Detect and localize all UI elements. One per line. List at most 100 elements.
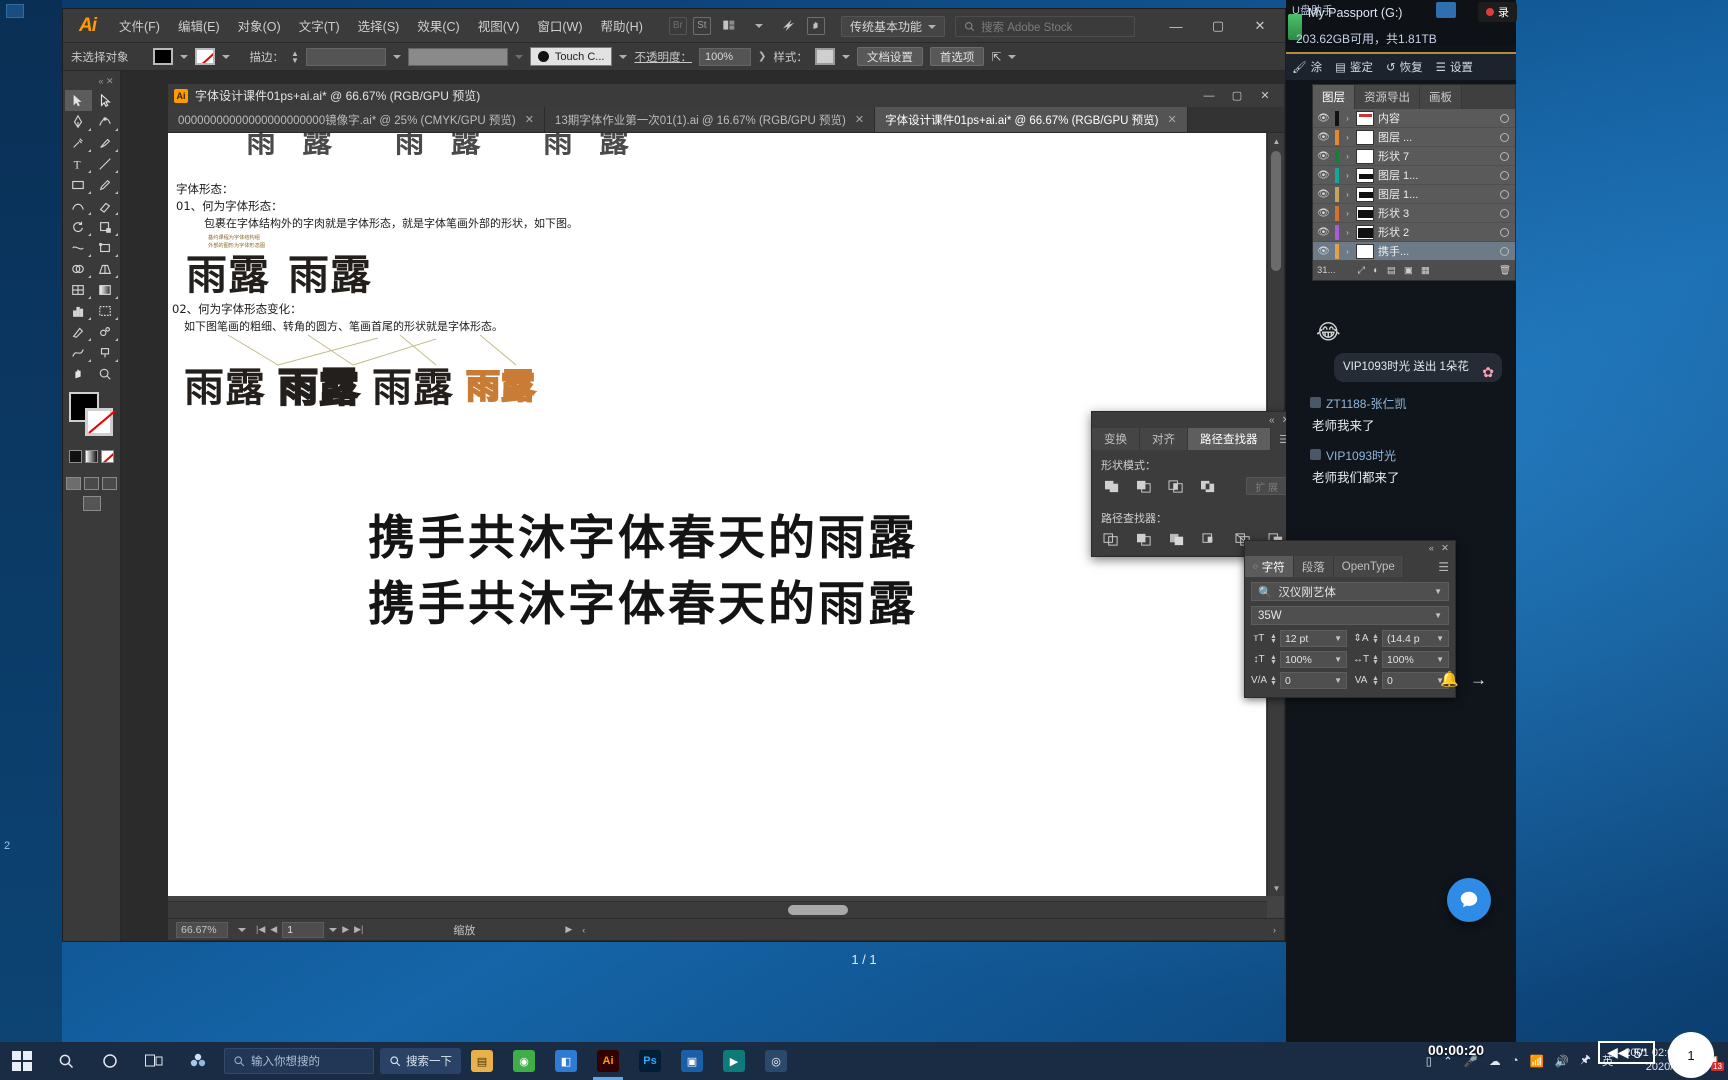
divide-button[interactable] <box>1101 530 1122 548</box>
make-mask-icon[interactable]: ◐ <box>1373 265 1379 276</box>
stepper-icon[interactable]: ▲ ▼ <box>1372 633 1379 645</box>
align-icon[interactable]: ⇱ <box>991 50 1001 64</box>
color-button[interactable] <box>69 450 82 463</box>
shaper-tool[interactable] <box>65 195 92 216</box>
prev-artboard-icon[interactable]: ◀ <box>270 924 277 935</box>
document-close-button[interactable]: ✕ <box>1252 85 1278 107</box>
perspective-grid-tool[interactable] <box>92 258 119 279</box>
tab-paragraph[interactable]: 段落 <box>1293 556 1334 577</box>
graphic-style-swatch[interactable] <box>814 48 835 65</box>
panel-menu-icon[interactable]: ☰ <box>1438 556 1455 577</box>
free-transform-tool[interactable] <box>92 237 119 258</box>
unite-button[interactable] <box>1101 477 1123 495</box>
layer-target-icon[interactable] <box>1500 151 1509 161</box>
bridge-icon[interactable]: Br <box>668 16 687 35</box>
variant-word-2[interactable]: 雨露 <box>277 355 360 413</box>
artboard-number-field[interactable]: 1 <box>282 921 325 938</box>
direct-selection-tool[interactable] <box>92 90 119 111</box>
pin-icon[interactable]: 🖈 <box>1580 1052 1591 1071</box>
eraser-tool[interactable] <box>92 195 119 216</box>
eye-icon[interactable]: 👁 <box>1316 170 1331 181</box>
taskbar-search-input[interactable]: 输入你想搜的 <box>224 1048 374 1074</box>
table-row[interactable]: 👁 › 形状 2 <box>1313 223 1515 242</box>
tab-character[interactable]: ◌ 字符 <box>1245 556 1294 577</box>
chevron-right-icon[interactable]: › <box>1343 114 1352 123</box>
chevron-down-icon[interactable] <box>392 54 401 59</box>
draw-inside-button[interactable] <box>102 477 117 490</box>
rotate-tool[interactable] <box>65 216 92 237</box>
close-icon[interactable]: ✕ <box>855 113 864 126</box>
blend-tool[interactable] <box>65 342 92 363</box>
variant-word-3[interactable]: 雨露 <box>372 355 454 413</box>
menu-edit[interactable]: 编辑(E) <box>169 11 229 40</box>
stepper-icon[interactable]: ▲ ▼ <box>1270 675 1277 687</box>
menu-help[interactable]: 帮助(H) <box>592 11 652 40</box>
document-tab-2[interactable]: 13期字体作业第一次01(1).ai @ 16.67% (RGB/GPU 预览)… <box>544 107 876 132</box>
stepper-icon[interactable]: ▲ ▼ <box>1372 675 1379 687</box>
pen-tool[interactable] <box>65 111 92 132</box>
vertical-scale-control[interactable]: ↕T ▲ ▼ 100% ▼ <box>1251 651 1347 668</box>
eye-icon[interactable]: 👁 <box>1316 151 1331 162</box>
headline-1[interactable]: 携手共沐字体春天的雨露 <box>368 499 918 568</box>
scale-tool[interactable] <box>92 216 119 237</box>
tracking-control[interactable]: VA ▲ ▼ 0 ▼ <box>1353 672 1449 689</box>
taskbar-app-explorer[interactable]: ▤ <box>461 1042 503 1080</box>
taskbar-app-photoshop[interactable]: Ps <box>629 1042 671 1080</box>
layer-target-icon[interactable] <box>1500 208 1509 218</box>
none-button[interactable] <box>101 450 114 463</box>
document-setup-button[interactable]: 文档设置 <box>856 47 923 66</box>
menu-type[interactable]: 文字(T) <box>290 11 349 40</box>
tab-align[interactable]: 对齐 <box>1140 428 1188 450</box>
chat-fab-button[interactable] <box>1447 878 1491 922</box>
app-shortcut-icon[interactable] <box>176 1042 220 1080</box>
horizontal-scroll-thumb[interactable] <box>788 905 848 915</box>
chevron-down-icon[interactable] <box>1008 54 1017 59</box>
opacity-label[interactable]: 不透明度： <box>634 49 692 65</box>
selection-tool[interactable] <box>64 90 92 111</box>
stock-search-input[interactable]: 搜索 Adobe Stock <box>955 16 1135 37</box>
stepper-icon[interactable]: ▲ ▼ <box>1270 633 1277 645</box>
cloud-icon[interactable]: ☁ <box>1489 1054 1501 1068</box>
variant-word-4[interactable]: 雨露 <box>465 359 536 408</box>
hand-tool-icon[interactable] <box>806 16 825 35</box>
table-row[interactable]: 👁 › 内容 <box>1313 109 1515 128</box>
taskbar-app-browser2[interactable]: ◧ <box>545 1042 587 1080</box>
scroll-down-icon[interactable]: ▼ <box>1268 880 1284 896</box>
document-tab-3[interactable]: 字体设计课件01ps+ai.ai* @ 66.67% (RGB/GPU 预览) … <box>875 107 1188 132</box>
close-icon[interactable]: ✕ <box>1167 113 1176 126</box>
lightning-icon[interactable] <box>777 16 801 36</box>
layer-target-icon[interactable] <box>1500 246 1509 256</box>
taskbar-app-media[interactable]: ▣ <box>671 1042 713 1080</box>
chevron-down-icon[interactable]: ▼ <box>1334 655 1342 664</box>
vertical-scroll-thumb[interactable] <box>1271 151 1281 271</box>
chevron-down-icon[interactable]: ▼ <box>1436 655 1444 664</box>
chevron-right-icon[interactable]: › <box>1343 152 1352 161</box>
hand-tool[interactable] <box>65 363 92 384</box>
horizontal-scale-value[interactable]: 100% ▼ <box>1381 651 1449 668</box>
onedrive-icon[interactable]: ◔ <box>1512 1055 1519 1067</box>
tab-artboards[interactable]: 画板 <box>1420 85 1462 109</box>
exclude-button[interactable] <box>1197 477 1219 495</box>
start-button[interactable] <box>0 1042 44 1080</box>
zoom-tool[interactable] <box>92 363 119 384</box>
new-layer-icon[interactable]: ▣ <box>1404 265 1413 276</box>
mesh-tool[interactable] <box>65 279 92 300</box>
tab-opentype[interactable]: OpenType <box>1333 556 1404 577</box>
symbol-sprayer-tool[interactable] <box>92 321 119 342</box>
eye-icon[interactable]: 👁 <box>1316 246 1331 257</box>
artboard-tool[interactable] <box>92 300 119 321</box>
chevron-right-icon[interactable]: › <box>1343 228 1352 237</box>
taskbar-search-button[interactable] <box>44 1042 88 1080</box>
workspace-switcher[interactable]: 传统基本功能 <box>840 16 945 37</box>
layer-target-icon[interactable] <box>1500 170 1509 180</box>
close-button[interactable]: ✕ <box>1239 9 1281 43</box>
stepper-icon[interactable]: ▲ ▼ <box>1372 654 1379 666</box>
recorder-speed-box[interactable]: ◀◀ 5" <box>1598 1041 1656 1064</box>
zoom-level-field[interactable]: 66.67% <box>176 921 228 938</box>
recorder-dial[interactable]: 1 <box>1668 1032 1714 1078</box>
tab-pathfinder[interactable]: 路径查找器 <box>1188 428 1271 450</box>
table-row[interactable]: 👁 › 图层 ... <box>1313 128 1515 147</box>
status-scroll-right-icon[interactable]: › <box>1273 925 1276 935</box>
tool-restore[interactable]: ↺ 恢复 <box>1386 59 1423 75</box>
chevron-down-icon[interactable] <box>221 54 230 59</box>
